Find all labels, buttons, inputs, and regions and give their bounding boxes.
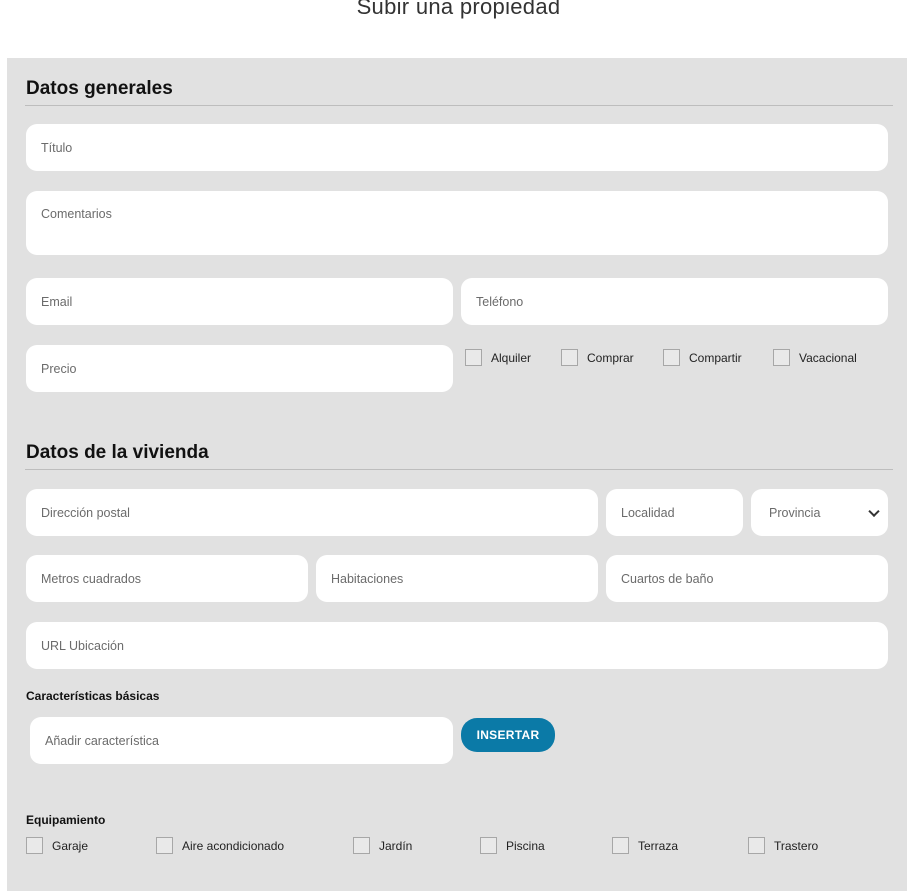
section-title-general: Datos generales: [26, 78, 173, 99]
checkbox-box[interactable]: [748, 837, 765, 854]
email-input[interactable]: [26, 278, 453, 325]
checkbox-label: Comprar: [587, 350, 634, 365]
precio-input[interactable]: [26, 345, 453, 392]
checkbox-box[interactable]: [156, 837, 173, 854]
checkbox-box[interactable]: [561, 349, 578, 366]
checkbox-vacacional[interactable]: Vacacional: [773, 349, 857, 366]
checkbox-jardin[interactable]: Jardín: [353, 837, 412, 854]
checkbox-label: Vacacional: [799, 350, 857, 365]
checkbox-box[interactable]: [773, 349, 790, 366]
checkbox-piscina[interactable]: Piscina: [480, 837, 545, 854]
checkbox-label: Trastero: [774, 838, 819, 853]
telefono-input[interactable]: [461, 278, 888, 325]
localidad-input[interactable]: [606, 489, 743, 536]
provincia-select-wrapper: Provincia: [751, 489, 888, 536]
property-form: Datos generales Alquiler Comprar Compart…: [7, 58, 907, 891]
checkbox-aire-acondicionado[interactable]: Aire acondicionado: [156, 837, 284, 854]
checkbox-alquiler[interactable]: Alquiler: [465, 349, 531, 366]
caracteristica-input[interactable]: [30, 717, 453, 764]
banos-input[interactable]: [606, 555, 888, 602]
checkbox-label: Aire acondicionado: [182, 838, 285, 853]
checkbox-terraza[interactable]: Terraza: [612, 837, 678, 854]
checkbox-box[interactable]: [480, 837, 497, 854]
checkbox-box[interactable]: [612, 837, 629, 854]
section-title-vivienda: Datos de la vivienda: [26, 442, 209, 463]
url-ubicacion-input[interactable]: [26, 622, 888, 669]
checkbox-comprar[interactable]: Comprar: [561, 349, 634, 366]
habitaciones-input[interactable]: [316, 555, 598, 602]
checkbox-box[interactable]: [26, 837, 43, 854]
checkbox-compartir[interactable]: Compartir: [663, 349, 742, 366]
checkbox-garaje[interactable]: Garaje: [26, 837, 88, 854]
provincia-select[interactable]: Provincia: [751, 489, 888, 536]
checkbox-label: Compartir: [689, 350, 742, 365]
comentarios-textarea[interactable]: [26, 191, 888, 255]
metros-input[interactable]: [26, 555, 308, 602]
titulo-input[interactable]: [26, 124, 888, 171]
caracteristicas-label: Características básicas: [26, 689, 160, 703]
direccion-input[interactable]: [26, 489, 598, 536]
checkbox-label: Piscina: [506, 838, 545, 853]
checkbox-trastero[interactable]: Trastero: [748, 837, 818, 854]
checkbox-box[interactable]: [465, 349, 482, 366]
section-divider: [25, 105, 893, 106]
page-title: Subir una propiedad: [356, 0, 561, 19]
checkbox-box[interactable]: [663, 349, 680, 366]
checkbox-label: Jardín: [379, 838, 413, 853]
checkbox-label: Terraza: [638, 838, 679, 853]
equipamiento-label: Equipamiento: [26, 813, 106, 827]
insert-button[interactable]: INSERTAR: [461, 718, 555, 752]
checkbox-box[interactable]: [353, 837, 370, 854]
checkbox-label: Alquiler: [491, 350, 532, 365]
section-divider: [25, 469, 893, 470]
checkbox-label: Garaje: [52, 838, 89, 853]
